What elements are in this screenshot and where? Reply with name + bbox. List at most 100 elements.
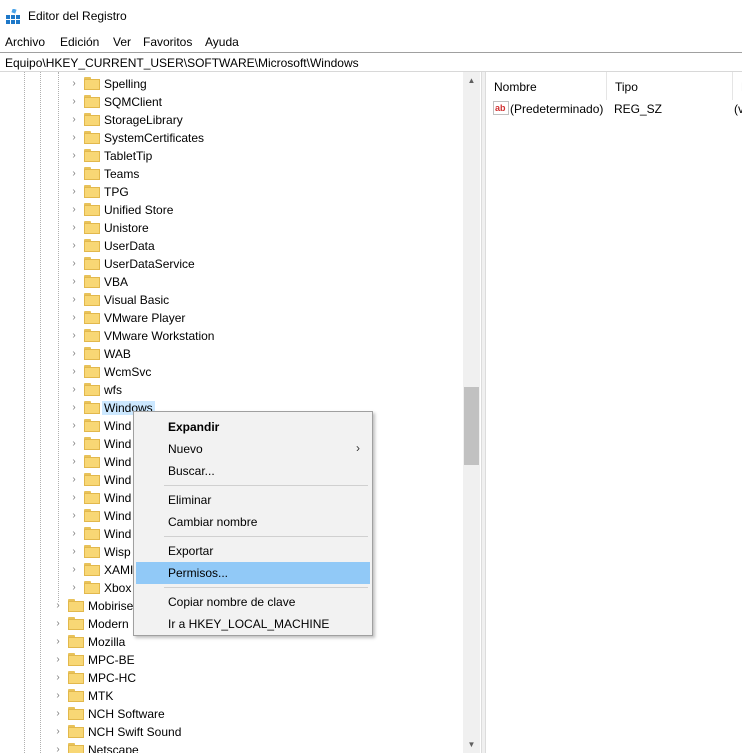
chevron-right-icon[interactable]: ›	[69, 147, 79, 165]
chevron-right-icon[interactable]: ›	[69, 129, 79, 147]
chevron-right-icon[interactable]: ›	[69, 507, 79, 525]
chevron-right-icon[interactable]: ›	[69, 561, 79, 579]
chevron-right-icon[interactable]: ›	[69, 219, 79, 237]
tree-item-label: Wisp	[104, 545, 131, 559]
tree-item[interactable]: › WAB	[0, 345, 463, 363]
tree-item[interactable]: › SQMClient	[0, 93, 463, 111]
menu-bar: Archivo Edición Ver Favoritos Ayuda	[0, 33, 742, 53]
tree-item[interactable]: › TPG	[0, 183, 463, 201]
tree-item[interactable]: › MTK	[0, 687, 463, 705]
folder-icon	[84, 293, 100, 306]
chevron-right-icon[interactable]: ›	[53, 615, 63, 633]
folder-icon	[84, 275, 100, 288]
menu-edicion[interactable]: Edición	[60, 35, 99, 49]
scroll-up-icon[interactable]: ▲	[463, 72, 480, 89]
tree-item[interactable]: › Unified Store	[0, 201, 463, 219]
chevron-right-icon[interactable]: ›	[69, 471, 79, 489]
tree-item[interactable]: › UserDataService	[0, 255, 463, 273]
menu-item-copiar-nombre[interactable]: Copiar nombre de clave	[136, 591, 370, 613]
chevron-right-icon[interactable]: ›	[69, 201, 79, 219]
column-header-datos[interactable]: D	[733, 72, 742, 100]
chevron-right-icon[interactable]: ›	[69, 255, 79, 273]
chevron-right-icon[interactable]: ›	[69, 183, 79, 201]
tree-item[interactable]: › TabletTip	[0, 147, 463, 165]
chevron-right-icon[interactable]: ›	[69, 273, 79, 291]
chevron-right-icon[interactable]: ›	[53, 651, 63, 669]
chevron-right-icon[interactable]: ›	[69, 345, 79, 363]
chevron-right-icon[interactable]: ›	[69, 327, 79, 345]
chevron-right-icon[interactable]: ›	[69, 363, 79, 381]
address-bar[interactable]: Equipo\HKEY_CURRENT_USER\SOFTWARE\Micros…	[0, 52, 742, 72]
tree-item[interactable]: › UserData	[0, 237, 463, 255]
column-header-tipo[interactable]: Tipo	[607, 72, 733, 100]
menu-item-ir-a-hklm[interactable]: Ir a HKEY_LOCAL_MACHINE	[136, 613, 370, 635]
menu-item-buscar[interactable]: Buscar...	[136, 460, 370, 482]
values-pane[interactable]: Nombre Tipo D ab (Predeterminado) REG_SZ…	[486, 72, 742, 753]
tree-item[interactable]: › Visual Basic	[0, 291, 463, 309]
tree-item[interactable]: › Netscape	[0, 741, 463, 753]
tree-item[interactable]: › NCH Swift Sound	[0, 723, 463, 741]
menu-item-expandir[interactable]: Expandir	[136, 416, 370, 438]
value-row[interactable]: ab (Predeterminado) REG_SZ (v	[486, 100, 742, 118]
chevron-right-icon[interactable]: ›	[69, 525, 79, 543]
tree-item[interactable]: › StorageLibrary	[0, 111, 463, 129]
chevron-right-icon[interactable]: ›	[69, 543, 79, 561]
value-data: (v	[734, 102, 742, 116]
menu-archivo[interactable]: Archivo	[5, 35, 45, 49]
tree-item-label: Wind	[104, 491, 132, 505]
tree-item[interactable]: › SystemCertificates	[0, 129, 463, 147]
tree-scrollbar[interactable]: ▲ ▼	[463, 72, 480, 753]
chevron-right-icon[interactable]: ›	[53, 669, 63, 687]
menu-ver[interactable]: Ver	[113, 35, 131, 49]
chevron-right-icon[interactable]: ›	[69, 453, 79, 471]
tree-item[interactable]: › VMware Workstation	[0, 327, 463, 345]
chevron-right-icon[interactable]: ›	[69, 399, 79, 417]
chevron-right-icon[interactable]: ›	[69, 237, 79, 255]
chevron-right-icon[interactable]: ›	[69, 165, 79, 183]
folder-icon	[84, 95, 100, 108]
chevron-right-icon[interactable]: ›	[69, 309, 79, 327]
menu-favoritos[interactable]: Favoritos	[143, 35, 192, 49]
menu-item-cambiar-nombre[interactable]: Cambiar nombre	[136, 511, 370, 533]
folder-icon	[84, 419, 100, 432]
folder-icon	[84, 455, 100, 468]
chevron-right-icon[interactable]: ›	[69, 111, 79, 129]
menu-ayuda[interactable]: Ayuda	[205, 35, 239, 49]
tree-item[interactable]: › MPC-HC	[0, 669, 463, 687]
menu-item-permisos[interactable]: Permisos...	[136, 562, 370, 584]
chevron-right-icon[interactable]: ›	[53, 633, 63, 651]
tree-item[interactable]: › VMware Player	[0, 309, 463, 327]
folder-icon	[84, 239, 100, 252]
scrollbar-thumb[interactable]	[464, 387, 479, 465]
chevron-right-icon[interactable]: ›	[69, 93, 79, 111]
tree-item[interactable]: › Teams	[0, 165, 463, 183]
chevron-right-icon[interactable]: ›	[69, 381, 79, 399]
chevron-right-icon[interactable]: ›	[53, 741, 63, 753]
tree-item[interactable]: › Unistore	[0, 219, 463, 237]
tree-item[interactable]: › VBA	[0, 273, 463, 291]
chevron-right-icon[interactable]: ›	[69, 75, 79, 93]
tree-item[interactable]: › Spelling	[0, 75, 463, 93]
chevron-right-icon[interactable]: ›	[69, 489, 79, 507]
tree-item[interactable]: › WcmSvc	[0, 363, 463, 381]
folder-icon	[84, 581, 100, 594]
scroll-down-icon[interactable]: ▼	[463, 736, 480, 753]
folder-icon	[68, 689, 84, 702]
chevron-right-icon[interactable]: ›	[53, 723, 63, 741]
tree-item[interactable]: › NCH Software	[0, 705, 463, 723]
chevron-right-icon[interactable]: ›	[53, 687, 63, 705]
address-path[interactable]: Equipo\HKEY_CURRENT_USER\SOFTWARE\Micros…	[5, 56, 359, 70]
tree-item[interactable]: › wfs	[0, 381, 463, 399]
chevron-right-icon[interactable]: ›	[69, 417, 79, 435]
menu-item-nuevo[interactable]: Nuevo ›	[136, 438, 370, 460]
folder-icon	[84, 473, 100, 486]
chevron-right-icon[interactable]: ›	[69, 579, 79, 597]
tree-item[interactable]: › MPC-BE	[0, 651, 463, 669]
menu-item-eliminar[interactable]: Eliminar	[136, 489, 370, 511]
menu-item-exportar[interactable]: Exportar	[136, 540, 370, 562]
chevron-right-icon[interactable]: ›	[53, 597, 63, 615]
chevron-right-icon[interactable]: ›	[69, 291, 79, 309]
column-header-nombre[interactable]: Nombre	[486, 72, 607, 100]
chevron-right-icon[interactable]: ›	[69, 435, 79, 453]
chevron-right-icon[interactable]: ›	[53, 705, 63, 723]
